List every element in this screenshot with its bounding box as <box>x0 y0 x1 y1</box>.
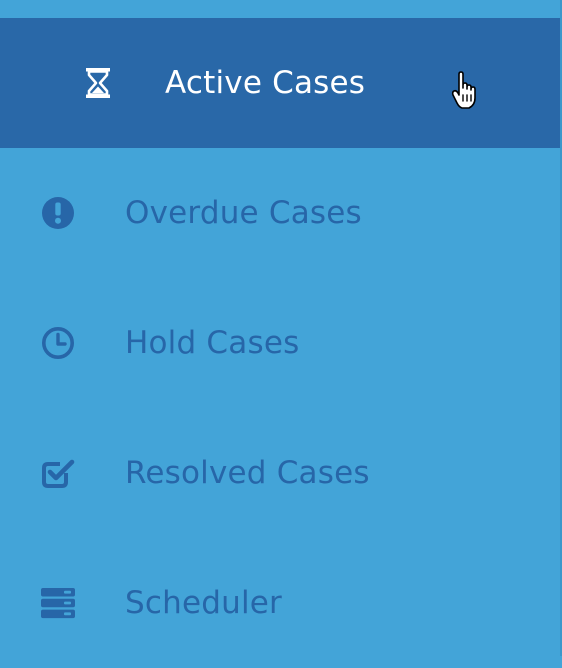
nav-item-label: Resolved Cases <box>125 455 370 491</box>
server-stack-icon <box>40 585 76 621</box>
nav-item-label: Hold Cases <box>125 325 300 361</box>
nav-item-resolved-cases[interactable]: Resolved Cases <box>0 408 562 538</box>
exclamation-circle-icon <box>40 195 76 231</box>
clock-icon <box>40 325 76 361</box>
hourglass-icon <box>80 65 116 101</box>
nav-item-label: Active Cases <box>165 65 366 101</box>
nav-item-label: Scheduler <box>125 585 282 621</box>
sidebar-nav: Active Cases Overdue Cases Hold Cases Re… <box>0 18 562 668</box>
check-square-icon <box>40 455 76 491</box>
nav-item-scheduler[interactable]: Scheduler <box>0 538 562 668</box>
nav-item-hold-cases[interactable]: Hold Cases <box>0 278 562 408</box>
nav-item-overdue-cases[interactable]: Overdue Cases <box>0 148 562 278</box>
nav-item-label: Overdue Cases <box>125 195 362 231</box>
hand-pointer-cursor-icon <box>450 71 482 111</box>
